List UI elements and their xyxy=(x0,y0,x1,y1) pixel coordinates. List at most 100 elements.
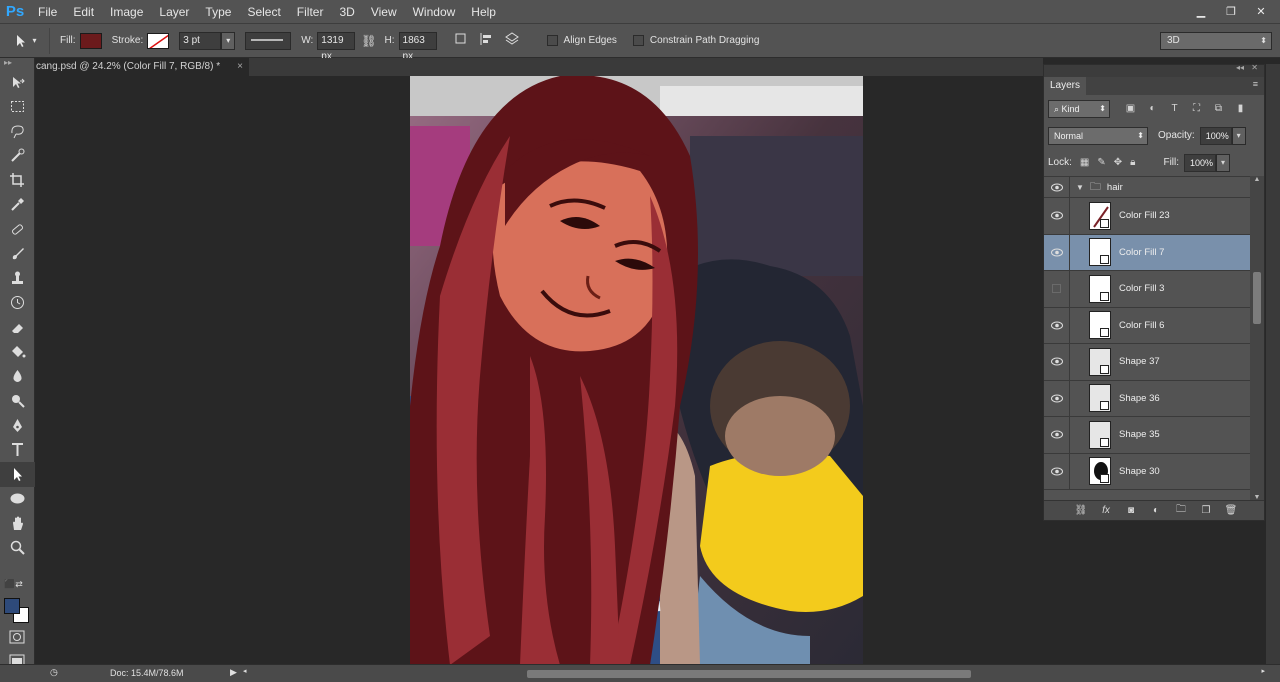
lock-position-icon[interactable]: ✥ xyxy=(1114,157,1122,168)
path-operations-icon[interactable] xyxy=(453,31,469,50)
link-icon[interactable]: ⛓ xyxy=(361,34,376,48)
layer-row[interactable]: Shape 30 xyxy=(1044,453,1250,490)
layers-scroll-thumb[interactable] xyxy=(1253,272,1261,324)
path-arrange-icon[interactable] xyxy=(503,31,521,50)
status-menu-arrow-icon[interactable]: ▶ xyxy=(230,667,237,678)
group-expand-icon[interactable]: ▼ xyxy=(1076,183,1084,192)
adjustment-filter-icon[interactable]: ◐ xyxy=(1146,102,1159,115)
lock-transparency-icon[interactable]: ▦ xyxy=(1080,157,1089,168)
lock-pixels-icon[interactable]: ✎ xyxy=(1097,157,1105,168)
menu-filter[interactable]: Filter xyxy=(289,0,332,24)
kind-filter-dropdown[interactable]: ⌕ Kind ⬍ xyxy=(1048,99,1110,118)
horizontal-scrollbar[interactable]: ◂ ▸ xyxy=(243,668,1265,679)
menu-image[interactable]: Image xyxy=(102,0,151,24)
tab-layers[interactable]: Layers xyxy=(1044,77,1087,95)
new-layer-icon[interactable]: ❐ xyxy=(1199,505,1213,516)
layer-row[interactable]: Color Fill 3 xyxy=(1044,271,1250,308)
quick-select-tool[interactable] xyxy=(0,144,35,169)
ellipse-tool[interactable] xyxy=(0,487,35,512)
collapse-panel-icon[interactable]: ◂◂ xyxy=(1236,63,1244,72)
close-tab-icon[interactable]: × xyxy=(237,58,243,76)
type-filter-icon[interactable]: T xyxy=(1168,102,1181,115)
layer-row[interactable]: Shape 35 xyxy=(1044,417,1250,454)
blend-mode-dropdown[interactable]: Normal ⬍ xyxy=(1048,126,1148,145)
width-input[interactable]: 1319 px xyxy=(317,31,356,62)
blur-tool[interactable] xyxy=(0,364,35,389)
panel-menu-icon[interactable]: ≡ xyxy=(1253,79,1258,89)
new-adjustment-layer-icon[interactable]: ◐ xyxy=(1149,505,1163,516)
type-tool[interactable] xyxy=(0,438,35,463)
lock-all-icon[interactable]: 🔒︎ xyxy=(1130,157,1135,168)
visibility-toggle[interactable] xyxy=(1044,198,1070,234)
horizontal-scroll-thumb[interactable] xyxy=(527,670,971,678)
quick-mask-icon[interactable] xyxy=(9,630,25,647)
visibility-toggle[interactable] xyxy=(1044,234,1070,270)
hand-tool[interactable] xyxy=(0,511,35,536)
tool-preset-picker[interactable]: ▾ xyxy=(0,27,50,54)
layer-group-hair[interactable]: ▼ 🗀 hair xyxy=(1044,177,1250,198)
new-group-icon[interactable]: 🗀 xyxy=(1174,502,1188,519)
scroll-up-icon[interactable]: ▲ xyxy=(1250,176,1264,183)
fill-dropdown[interactable]: ▾ xyxy=(1216,153,1231,172)
paint-bucket-tool[interactable] xyxy=(0,340,35,365)
pen-tool[interactable] xyxy=(0,413,35,438)
document-tab[interactable]: cang.psd @ 24.2% (Color Fill 7, RGB/8) *… xyxy=(35,58,249,76)
layer-row[interactable]: Shape 36 xyxy=(1044,380,1250,417)
scroll-left-icon[interactable]: ◂ xyxy=(243,667,247,675)
visibility-toggle[interactable] xyxy=(1044,307,1070,343)
constrain-path-checkbox[interactable] xyxy=(632,34,650,46)
height-input[interactable]: 1863 px xyxy=(398,31,437,62)
menu-select[interactable]: Select xyxy=(239,0,288,24)
history-brush-tool[interactable] xyxy=(0,291,35,316)
menu-layer[interactable]: Layer xyxy=(151,0,197,24)
eraser-tool[interactable] xyxy=(0,315,35,340)
stamp-tool[interactable] xyxy=(0,266,35,291)
eyedropper-tool[interactable] xyxy=(0,193,35,218)
menu-edit[interactable]: Edit xyxy=(65,0,102,24)
menu-file[interactable]: File xyxy=(30,0,65,24)
link-layers-icon[interactable]: ⛓ xyxy=(1074,505,1088,516)
move-tool[interactable] xyxy=(0,70,35,95)
smart-object-filter-icon[interactable]: ⧉ xyxy=(1212,102,1225,115)
menu-type[interactable]: Type xyxy=(197,0,239,24)
visibility-toggle[interactable] xyxy=(1044,380,1070,416)
path-select-tool[interactable] xyxy=(0,462,35,487)
workspace-dropdown[interactable]: 3D ⬍ xyxy=(1160,31,1272,50)
stroke-none-swatch[interactable] xyxy=(147,32,170,49)
layer-row[interactable]: Color Fill 23 xyxy=(1044,198,1250,235)
foreground-color-swatch[interactable] xyxy=(4,598,20,614)
crop-tool[interactable] xyxy=(0,168,35,193)
minimize-icon[interactable]: ▁ xyxy=(1188,2,1214,20)
visibility-toggle[interactable] xyxy=(1044,177,1070,197)
fill-color-swatch[interactable] xyxy=(79,32,102,49)
opacity-input[interactable]: 100% xyxy=(1199,126,1232,145)
stroke-size-dropdown[interactable]: ▾ xyxy=(221,31,236,50)
status-info-icon[interactable]: ◷ xyxy=(50,667,58,678)
layer-row[interactable]: Color Fill 7 xyxy=(1044,234,1250,271)
layer-style-icon[interactable]: fx xyxy=(1099,505,1113,516)
menu-help[interactable]: Help xyxy=(463,0,504,24)
fill-input[interactable]: 100% xyxy=(1184,153,1217,172)
menu-3d[interactable]: 3D xyxy=(331,0,362,24)
pixel-filter-icon[interactable]: ▣ xyxy=(1124,102,1137,115)
stroke-type-dropdown[interactable] xyxy=(245,31,292,50)
marquee-tool[interactable] xyxy=(0,95,35,120)
path-alignment-icon[interactable] xyxy=(478,31,494,50)
menu-view[interactable]: View xyxy=(363,0,405,24)
opacity-dropdown[interactable]: ▾ xyxy=(1231,126,1246,145)
align-edges-checkbox[interactable] xyxy=(546,34,564,46)
layer-row[interactable]: Color Fill 6 xyxy=(1044,307,1250,344)
healing-tool[interactable] xyxy=(0,217,35,242)
restore-icon[interactable]: ❐ xyxy=(1218,2,1244,20)
visibility-toggle[interactable] xyxy=(1044,271,1070,307)
filter-toggle-icon[interactable]: ▮ xyxy=(1234,102,1247,115)
brush-tool[interactable] xyxy=(0,242,35,267)
close-panel-icon[interactable]: ✕ xyxy=(1251,63,1258,72)
delete-layer-icon[interactable]: 🗑︎ xyxy=(1224,505,1238,516)
lasso-tool[interactable] xyxy=(0,119,35,144)
swap-colors-icon[interactable]: ⬛⇄ xyxy=(4,580,23,590)
stroke-size-input[interactable]: 3 pt xyxy=(179,31,222,50)
add-mask-icon[interactable]: ◙ xyxy=(1124,505,1138,516)
layer-row[interactable]: Shape 37 xyxy=(1044,344,1250,381)
toolbox-grip[interactable]: ▸▸ xyxy=(0,58,34,70)
